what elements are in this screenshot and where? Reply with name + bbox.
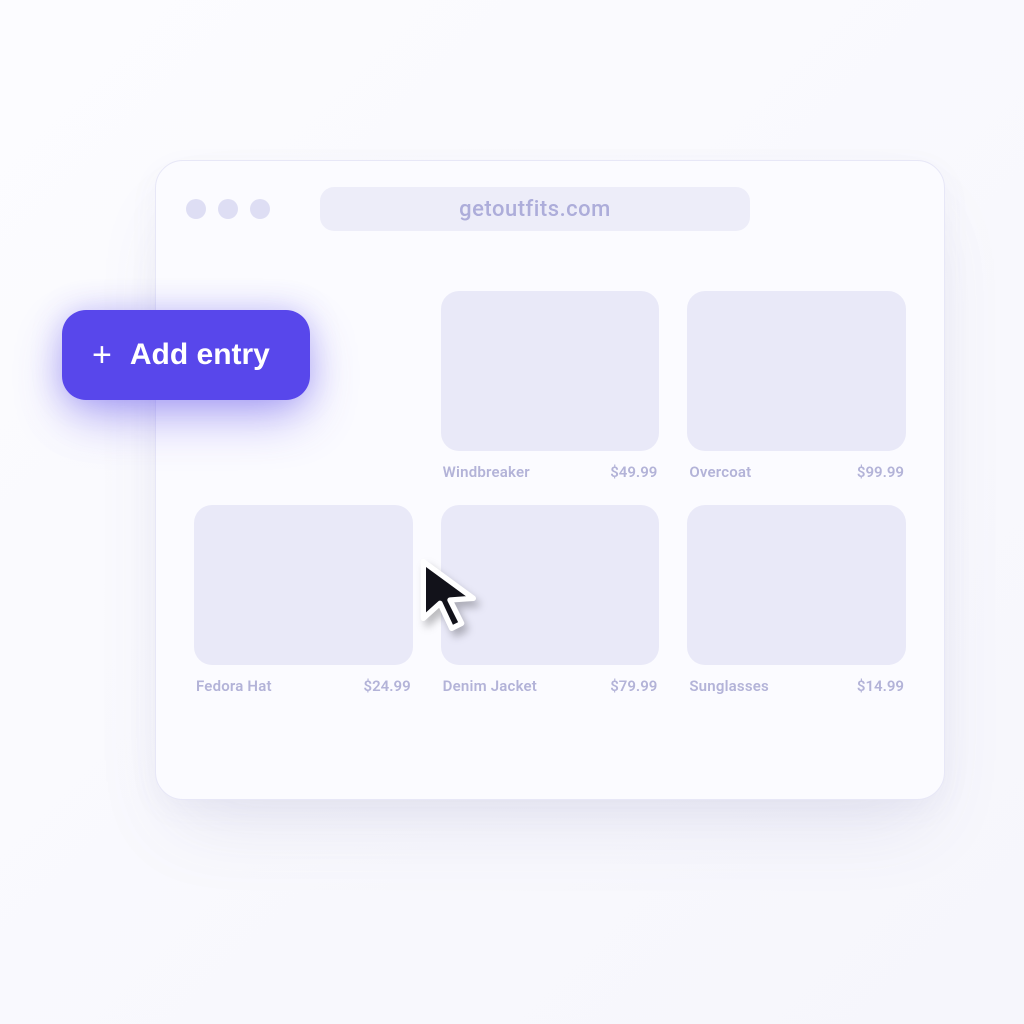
url-text: getoutfits.com	[459, 197, 611, 222]
product-name: Overcoat	[689, 463, 751, 481]
product-card[interactable]: Windbreaker $49.99	[441, 291, 660, 481]
product-price: $14.99	[857, 677, 904, 695]
product-name: Sunglasses	[689, 677, 769, 695]
product-card[interactable]: Overcoat $99.99	[687, 291, 906, 481]
product-image-placeholder	[687, 291, 906, 451]
window-dot-close[interactable]	[186, 199, 206, 219]
add-entry-label: Add entry	[130, 338, 270, 372]
product-price: $99.99	[857, 463, 904, 481]
browser-header: getoutfits.com	[156, 161, 944, 241]
window-controls	[186, 199, 270, 219]
browser-window: getoutfits.com Windbreaker $49.99 Overco…	[155, 160, 945, 800]
add-entry-button[interactable]: + Add entry	[62, 310, 310, 400]
product-name: Fedora Hat	[196, 677, 272, 695]
product-price: $24.99	[364, 677, 411, 695]
address-bar[interactable]: getoutfits.com	[320, 187, 750, 231]
product-image-placeholder	[194, 505, 413, 665]
plus-icon: +	[92, 338, 112, 372]
product-card[interactable]: Sunglasses $14.99	[687, 505, 906, 695]
product-price: $49.99	[610, 463, 657, 481]
product-name: Denim Jacket	[443, 677, 537, 695]
product-card[interactable]: Fedora Hat $24.99	[194, 505, 413, 695]
product-name: Windbreaker	[443, 463, 530, 481]
product-image-placeholder	[441, 291, 660, 451]
product-price: $79.99	[610, 677, 657, 695]
window-dot-minimize[interactable]	[218, 199, 238, 219]
window-dot-maximize[interactable]	[250, 199, 270, 219]
product-image-placeholder	[687, 505, 906, 665]
product-image-placeholder	[441, 505, 660, 665]
product-card[interactable]: Denim Jacket $79.99	[441, 505, 660, 695]
